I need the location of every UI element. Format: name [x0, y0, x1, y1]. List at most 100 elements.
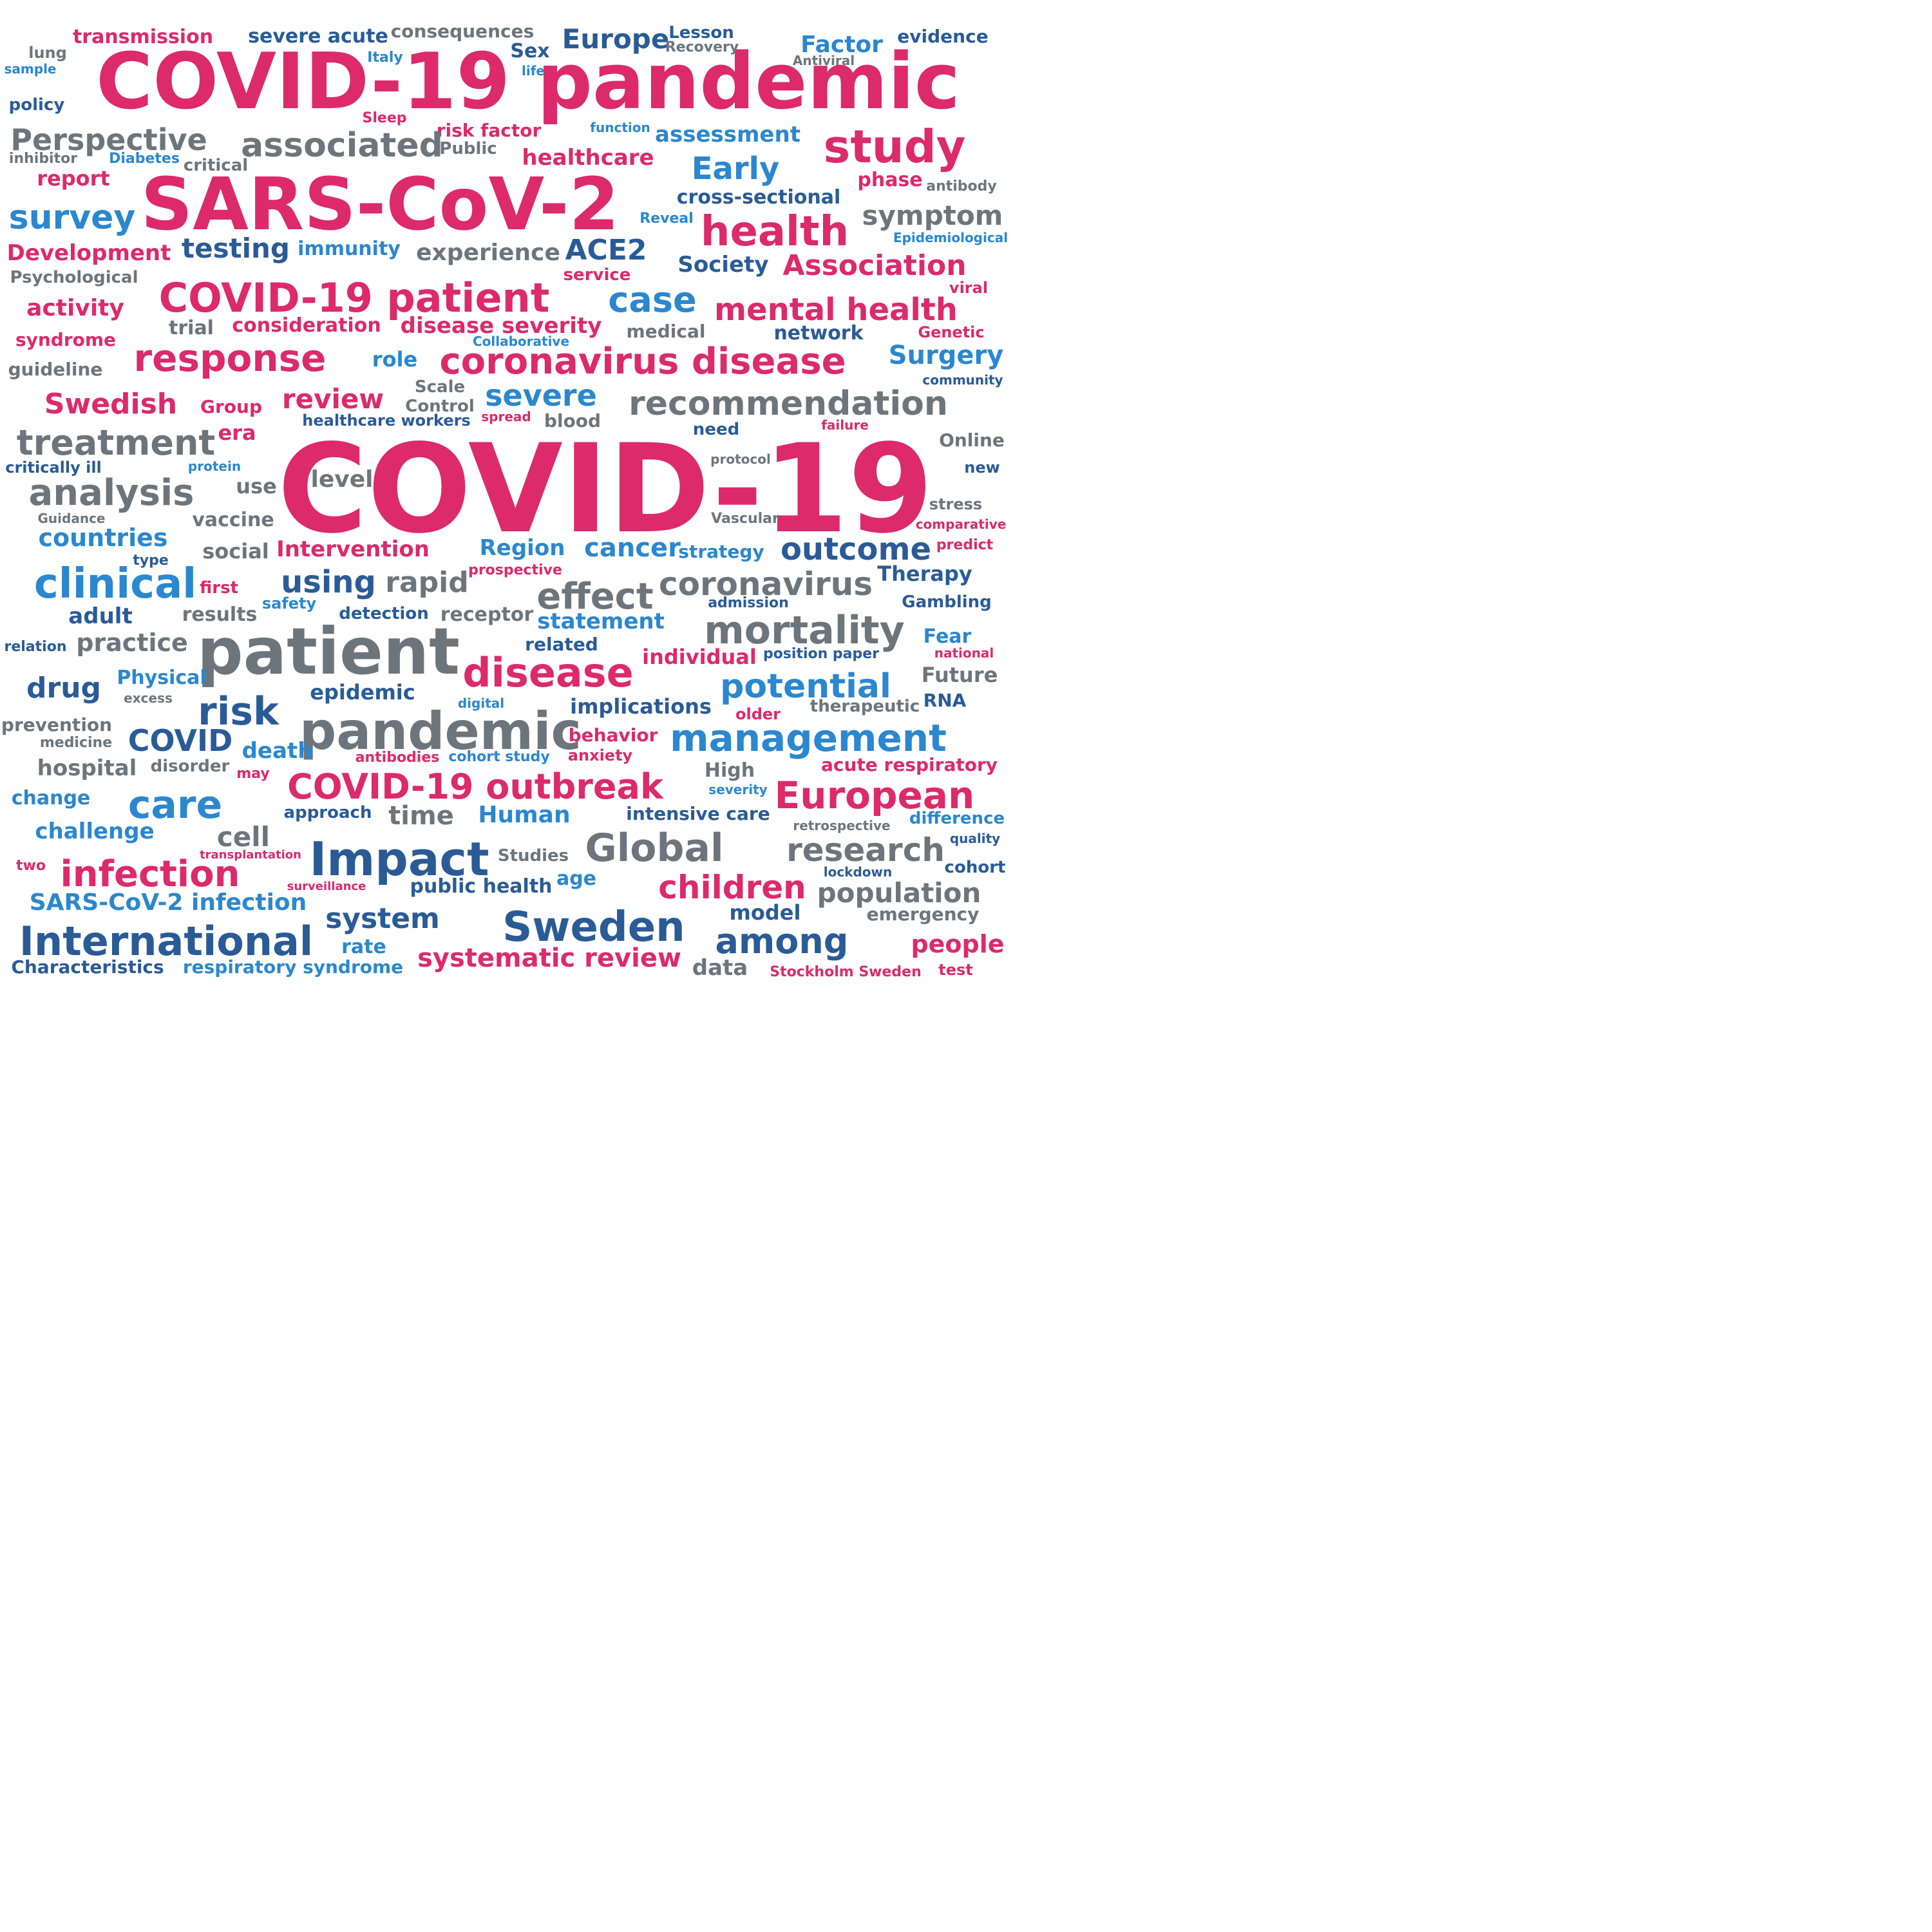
- word-severity: severity: [708, 782, 768, 797]
- word-epidemic: epidemic: [310, 680, 415, 705]
- word-fear: Fear: [923, 625, 972, 648]
- word-severe-acute: severe acute: [248, 25, 388, 48]
- word-coronavirus-disease: coronavirus disease: [439, 341, 846, 383]
- word-national: national: [934, 645, 994, 661]
- word-system: system: [325, 902, 440, 935]
- word-response: response: [133, 336, 327, 380]
- word-risk-factor: risk factor: [436, 120, 542, 141]
- word-quality: quality: [949, 831, 1001, 846]
- word-rate: rate: [341, 936, 386, 958]
- word-rna: RNA: [923, 690, 967, 711]
- word-ace2: ACE2: [565, 234, 647, 267]
- word-consequences: consequences: [390, 21, 535, 42]
- word-emergency: emergency: [866, 904, 980, 925]
- word-respiratory-syndrome: respiratory syndrome: [182, 956, 404, 978]
- word-reveal: Reveal: [639, 211, 694, 227]
- word-covid: COVID: [128, 723, 233, 758]
- word-intervention: Intervention: [276, 536, 430, 562]
- word-social: social: [202, 539, 269, 564]
- word-associated: associated: [241, 126, 443, 165]
- word-implications: implications: [570, 694, 712, 719]
- word-studies: Studies: [497, 846, 569, 866]
- word-position-paper: position paper: [762, 646, 880, 662]
- word-mortality: mortality: [704, 608, 905, 653]
- word-stockholm-sweden: Stockholm Sweden: [770, 964, 922, 980]
- word-assessment: assessment: [655, 122, 800, 147]
- word-recovery: Recovery: [665, 39, 739, 55]
- word-group: Group: [200, 396, 263, 417]
- word-cloud-canvas: COVID-19 pandemic COVID-19 SARS-CoV-2 trans…: [0, 0, 1932, 1932]
- word-diabetes: Diabetes: [109, 151, 180, 167]
- word-activity: activity: [26, 295, 124, 321]
- word-italy: Italy: [367, 50, 403, 66]
- word-therapy: Therapy: [877, 562, 972, 586]
- word-treatment: treatment: [16, 422, 216, 463]
- word-hospital: hospital: [37, 755, 137, 781]
- word-clinical: clinical: [33, 560, 197, 608]
- word-lockdown: lockdown: [823, 864, 893, 880]
- word-global: Global: [585, 826, 724, 871]
- word-sars-cov-2: SARS-CoV-2: [140, 163, 620, 247]
- word-function: function: [590, 120, 650, 135]
- word-testing: testing: [182, 232, 290, 264]
- word-vascular: Vascular: [711, 511, 779, 527]
- word-health: health: [700, 208, 849, 256]
- word-change: change: [11, 787, 91, 810]
- word-inhibitor: inhibitor: [8, 151, 78, 167]
- word-individual: individual: [642, 645, 757, 669]
- word-drug: drug: [26, 672, 102, 705]
- word-approach: approach: [283, 803, 372, 822]
- word-case: case: [608, 279, 697, 320]
- word-immunity: immunity: [298, 238, 401, 260]
- word-need: need: [692, 420, 740, 439]
- word-age: age: [556, 867, 597, 890]
- word-among: among: [715, 921, 849, 961]
- word-patient: patient: [197, 614, 460, 689]
- word-sex: Sex: [510, 40, 550, 62]
- word-failure: failure: [821, 417, 869, 433]
- word-recommendation: recommendation: [629, 384, 948, 423]
- word-acute-respiratory: acute respiratory: [820, 754, 998, 775]
- word-severe: severe: [485, 378, 597, 413]
- word-genetic: Genetic: [918, 323, 985, 341]
- word-mental-health: mental health: [714, 292, 958, 328]
- word-research: research: [786, 831, 945, 869]
- word-protocol: protocol: [710, 451, 771, 467]
- word-strategy: strategy: [678, 541, 764, 562]
- word-society: Society: [677, 252, 769, 278]
- word-review: review: [281, 383, 384, 415]
- word-intensive-care: intensive care: [626, 803, 770, 824]
- word-systematic-review: systematic review: [417, 943, 681, 973]
- word-two: two: [16, 858, 46, 874]
- word-vaccine: vaccine: [192, 509, 274, 531]
- word-anxiety: anxiety: [567, 746, 633, 764]
- word-outcome: outcome: [780, 531, 932, 567]
- word-report: report: [37, 166, 110, 191]
- word-challenge: challenge: [35, 819, 155, 844]
- word-syndrome: syndrome: [15, 329, 117, 350]
- word-rapid: rapid: [385, 566, 469, 599]
- word-association: Association: [782, 249, 967, 282]
- word-covid-19-patient: COVID-19 patient: [158, 274, 550, 321]
- word-future: Future: [921, 663, 998, 687]
- word-countries: countries: [38, 524, 168, 552]
- word-europe: Europe: [562, 23, 670, 55]
- word-physical: Physical: [117, 667, 207, 689]
- word-cohort: cohort: [944, 858, 1006, 877]
- word-medicine: medicine: [39, 735, 113, 751]
- word-data: data: [692, 955, 748, 981]
- word-antibodies: antibodies: [355, 750, 440, 766]
- word-safety: safety: [261, 594, 317, 612]
- word-prevention: prevention: [1, 714, 113, 735]
- word-study: study: [823, 120, 966, 173]
- word-healthcare-workers: healthcare workers: [302, 412, 471, 430]
- word-consideration: consideration: [232, 314, 381, 337]
- word-guidance: Guidance: [37, 511, 106, 526]
- word-sweden: Sweden: [502, 904, 685, 951]
- word-policy: policy: [8, 95, 65, 115]
- word-medical: medical: [626, 321, 706, 342]
- word-early: Early: [691, 151, 780, 187]
- word-life: life: [522, 63, 545, 79]
- word-protein: protein: [187, 459, 242, 474]
- word-epidemiological: Epidemiological: [893, 230, 1009, 245]
